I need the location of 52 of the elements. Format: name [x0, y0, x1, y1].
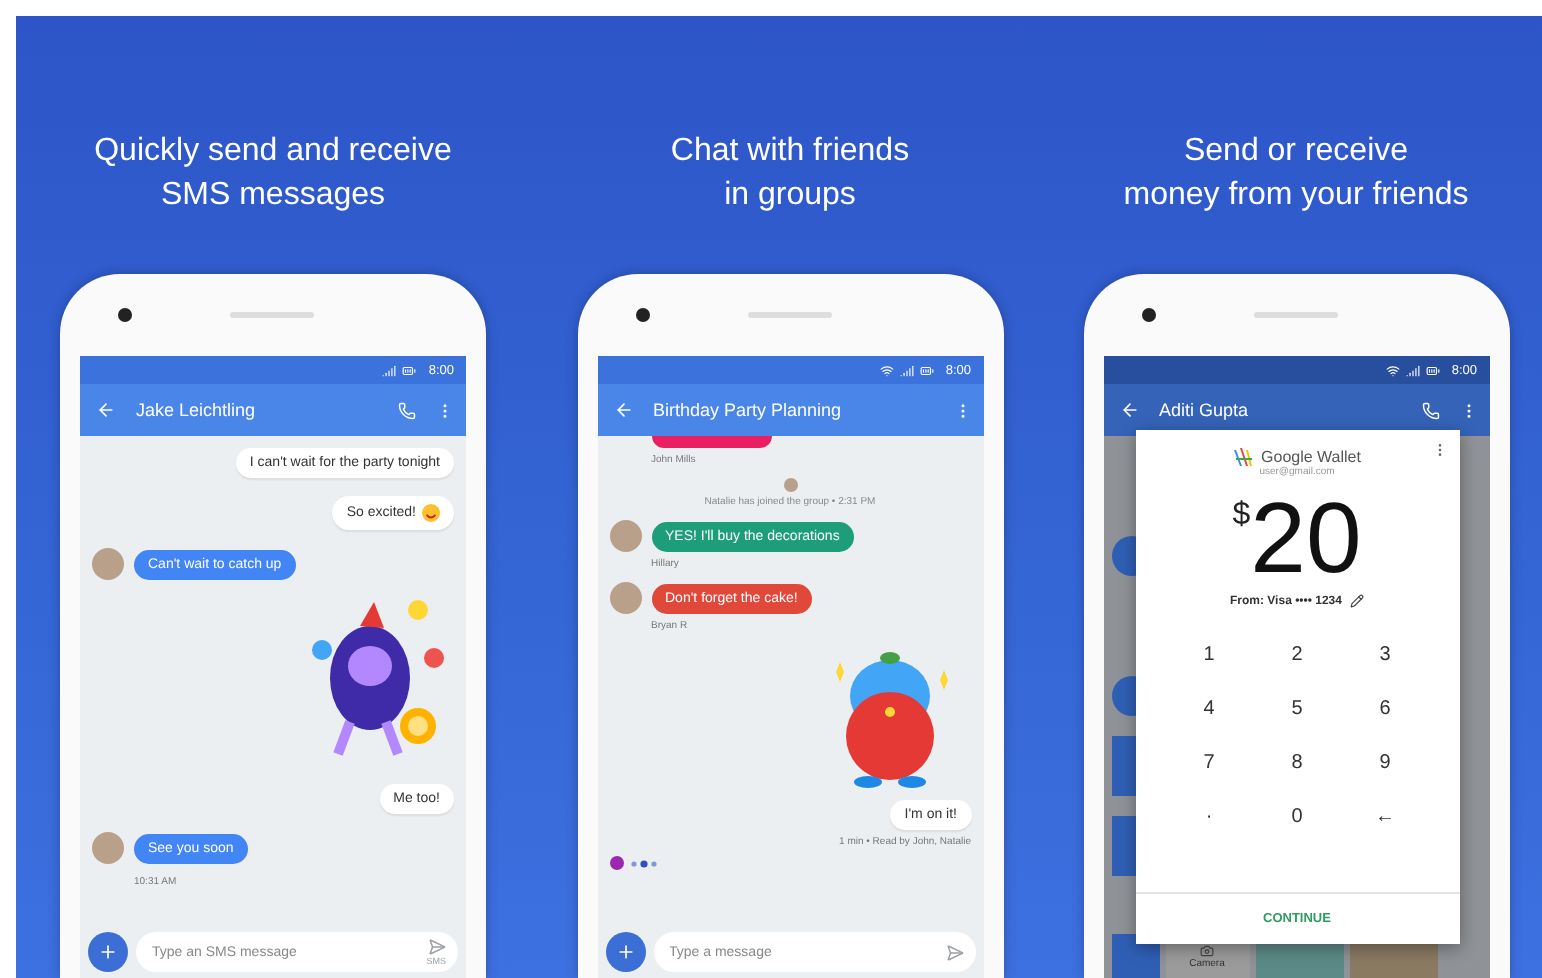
back-arrow-icon[interactable]	[1119, 400, 1139, 420]
keypad-key[interactable]: 2	[1253, 636, 1341, 672]
keypad-key[interactable]: ·	[1165, 798, 1253, 834]
avatar	[783, 478, 797, 492]
signal-icon	[899, 363, 914, 377]
caption-text: SMS messages	[160, 176, 386, 216]
battery-icon	[1425, 363, 1440, 377]
edit-pencil-icon[interactable]	[1349, 594, 1364, 608]
camera-dot	[118, 308, 132, 322]
wallet-logo-icon	[1233, 448, 1254, 466]
avatar	[609, 582, 641, 614]
back-arrow-icon[interactable]	[96, 400, 116, 420]
camera-dot	[635, 308, 649, 322]
conversation-title: Aditi Gupta	[1159, 400, 1251, 420]
signal-icon	[1405, 363, 1420, 377]
add-button[interactable]	[88, 932, 128, 972]
caption-text: Send or receive	[1183, 132, 1409, 172]
phone-call-icon[interactable]	[398, 401, 416, 419]
keypad-key[interactable]: 9	[1341, 744, 1429, 780]
battery-icon	[919, 363, 934, 377]
avatar	[92, 548, 124, 580]
caption-text: money from your friends	[1123, 176, 1469, 216]
avatar	[609, 520, 641, 552]
phone-call-icon[interactable]	[1421, 401, 1439, 419]
keypad-key[interactable]: 6	[1341, 690, 1429, 726]
keypad-key[interactable]: 3	[1341, 636, 1429, 672]
keypad-key[interactable]: 1	[1165, 636, 1253, 672]
caption-text: Quickly send and receive	[94, 132, 452, 172]
caption-text: in groups	[724, 176, 856, 216]
add-button[interactable]	[605, 932, 645, 972]
caption-text: Chat with friends	[670, 132, 910, 172]
conversation-title: Birthday Party Planning	[653, 400, 844, 420]
plus-icon	[98, 942, 118, 962]
keypad-key[interactable]: 4	[1165, 690, 1253, 726]
keypad-key[interactable]: 5	[1253, 690, 1341, 726]
avatar	[92, 832, 124, 864]
conversation-title: Jake Leichtling	[136, 400, 258, 420]
camera-icon	[1200, 943, 1214, 957]
keypad-key[interactable]: 8	[1253, 744, 1341, 780]
wallet-brand-text: Google Wallet	[1261, 448, 1361, 466]
battery-icon	[402, 363, 417, 377]
amount-text: 20	[1250, 486, 1362, 590]
currency-symbol: $	[1232, 498, 1251, 534]
camera-dot	[1141, 308, 1155, 322]
keypad-key[interactable]: 0	[1253, 798, 1341, 834]
back-arrow-icon[interactable]	[613, 400, 633, 420]
plus-icon	[615, 942, 635, 962]
keypad-key[interactable]: 7	[1165, 744, 1253, 780]
signal-icon	[382, 363, 397, 377]
keypad-key[interactable]: ←	[1341, 798, 1429, 834]
typing-dots-icon	[629, 859, 657, 867]
send-button[interactable]	[945, 943, 963, 961]
